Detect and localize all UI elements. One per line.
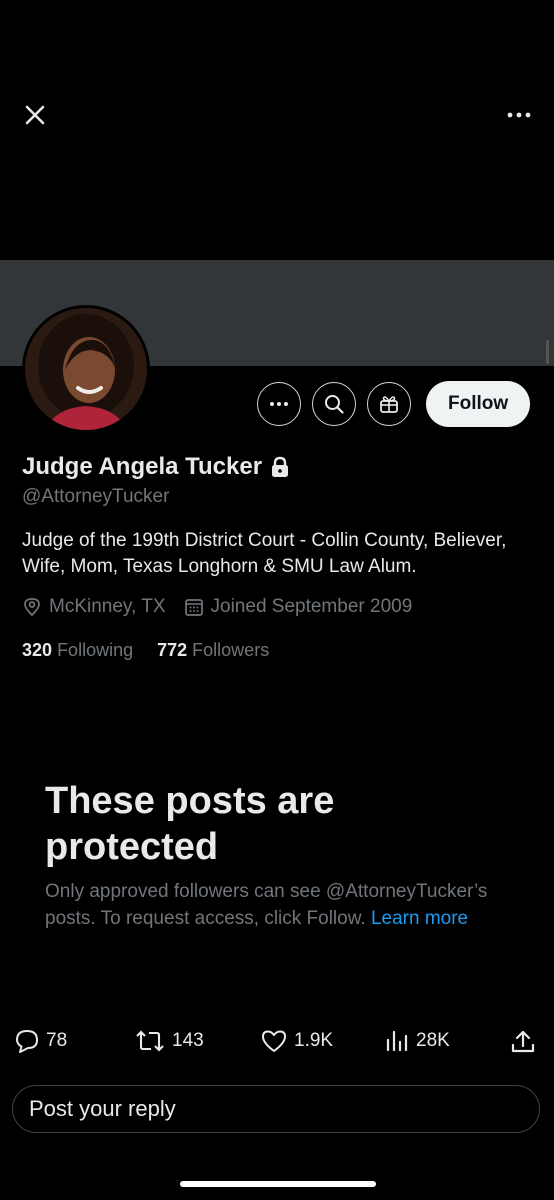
close-button[interactable] bbox=[20, 100, 50, 130]
location-text: McKinney, TX bbox=[49, 596, 166, 617]
avatar-frame[interactable] bbox=[22, 305, 150, 433]
joined-text: Joined September 2009 bbox=[210, 596, 413, 617]
scrollbar[interactable] bbox=[546, 340, 549, 364]
share-icon bbox=[511, 1030, 535, 1053]
like-count: 1.9K bbox=[294, 1030, 334, 1051]
follow-stats: 320 Following 772 Followers bbox=[22, 640, 293, 661]
protected-description: Only approved followers can see @Attorne… bbox=[45, 878, 515, 932]
more-icon bbox=[507, 112, 531, 118]
profile-bio: Judge of the 199th District Court - Coll… bbox=[22, 530, 507, 577]
profile-actions: Follow bbox=[257, 381, 531, 427]
like-icon bbox=[262, 1030, 286, 1052]
reply-action[interactable]: 78 bbox=[14, 1028, 67, 1054]
follow-button[interactable]: Follow bbox=[426, 381, 531, 427]
views-icon bbox=[386, 1030, 408, 1052]
top-bar bbox=[0, 0, 554, 260]
gift-icon bbox=[380, 396, 398, 413]
name-row: Judge Angela Tucker bbox=[22, 453, 290, 481]
calendar-icon bbox=[184, 599, 203, 616]
avatar[interactable] bbox=[25, 308, 147, 430]
close-icon bbox=[25, 105, 45, 125]
lock-icon bbox=[272, 456, 289, 477]
location-icon bbox=[24, 598, 40, 617]
search-button[interactable] bbox=[312, 382, 356, 426]
avatar-photo bbox=[25, 308, 147, 430]
repost-count: 143 bbox=[172, 1030, 204, 1051]
learn-more-link[interactable]: Learn more bbox=[371, 908, 468, 929]
engagement-bar: 78 143 1.9K 28K bbox=[0, 1028, 554, 1062]
following-label: Following bbox=[57, 640, 134, 660]
followers-label: Followers bbox=[192, 640, 270, 660]
more-options-button[interactable] bbox=[504, 100, 534, 130]
reply-count: 78 bbox=[46, 1030, 68, 1051]
location-item: McKinney, TX bbox=[22, 596, 166, 618]
share-action[interactable] bbox=[509, 1028, 537, 1056]
display-name: Judge Angela Tucker bbox=[22, 453, 263, 480]
views-count: 28K bbox=[416, 1030, 450, 1051]
protected-title: These posts are protected bbox=[45, 780, 335, 868]
views-action[interactable]: 28K bbox=[384, 1028, 450, 1054]
followers-count: 772 bbox=[157, 640, 188, 660]
repost-action[interactable]: 143 bbox=[134, 1028, 204, 1054]
more-icon bbox=[270, 402, 288, 406]
gift-button[interactable] bbox=[367, 382, 411, 426]
following-count: 320 bbox=[22, 640, 53, 660]
home-indicator[interactable] bbox=[180, 1181, 376, 1187]
like-action[interactable]: 1.9K bbox=[260, 1028, 333, 1054]
repost-icon bbox=[136, 1030, 164, 1052]
following-stat[interactable]: 320 Following bbox=[22, 640, 133, 661]
user-handle: @AttorneyTucker bbox=[22, 486, 170, 507]
joined-item: Joined September 2009 bbox=[184, 596, 413, 618]
followers-stat[interactable]: 772 Followers bbox=[157, 640, 269, 661]
profile-meta: McKinney, TX Joined September 2009 bbox=[22, 596, 430, 618]
more-actions-button[interactable] bbox=[257, 382, 301, 426]
search-icon bbox=[325, 395, 344, 414]
reply-placeholder: Post your reply bbox=[29, 1096, 176, 1121]
reply-icon bbox=[16, 1030, 38, 1053]
reply-input[interactable]: Post your reply bbox=[12, 1085, 540, 1133]
